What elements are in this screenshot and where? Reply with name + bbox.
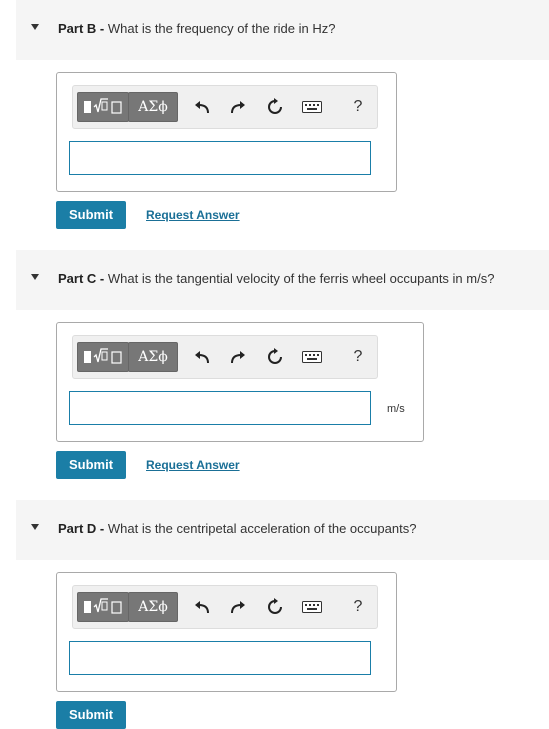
math-toolbar: ΑΣϕ ? <box>72 85 378 129</box>
collapse-arrow-icon[interactable] <box>31 24 39 30</box>
part-c-answer-input[interactable] <box>69 391 371 425</box>
part-c-title: Part C - What is the tangential velocity… <box>58 271 494 286</box>
redo-icon[interactable] <box>226 96 250 118</box>
redo-icon[interactable] <box>226 596 250 618</box>
keyboard-icon[interactable] <box>300 96 324 118</box>
part-c-header[interactable]: Part C - What is the tangential velocity… <box>16 250 549 310</box>
templates-button[interactable] <box>77 342 129 372</box>
math-toolbar: ΑΣϕ ? <box>72 335 378 379</box>
part-c-answer-box: ΑΣϕ ? m/s <box>56 322 424 442</box>
part-d-answer-box: ΑΣϕ ? <box>56 572 397 692</box>
part-b-label: Part B - <box>58 21 105 36</box>
part-d-question: What is the centripetal acceleration of … <box>107 521 417 536</box>
redo-icon[interactable] <box>226 346 250 368</box>
templates-icon <box>84 598 122 614</box>
part-d-label: Part D - <box>58 521 105 536</box>
part-b-submit-button[interactable]: Submit <box>56 201 126 229</box>
templates-icon <box>84 348 122 364</box>
part-b-header[interactable]: Part B - What is the frequency of the ri… <box>16 0 549 60</box>
reset-icon[interactable] <box>263 346 287 368</box>
help-button[interactable]: ? <box>346 346 370 368</box>
reset-icon[interactable] <box>263 96 287 118</box>
greek-symbols-button[interactable]: ΑΣϕ <box>128 592 178 622</box>
keyboard-icon[interactable] <box>300 596 324 618</box>
math-toolbar: ΑΣϕ ? <box>72 585 378 629</box>
part-d-submit-button[interactable]: Submit <box>56 701 126 729</box>
part-c-request-answer-link[interactable]: Request Answer <box>146 458 240 472</box>
collapse-arrow-icon[interactable] <box>31 524 39 530</box>
part-d-header[interactable]: Part D - What is the centripetal acceler… <box>16 500 549 560</box>
part-d-title: Part D - What is the centripetal acceler… <box>58 521 416 536</box>
help-button[interactable]: ? <box>346 96 370 118</box>
reset-icon[interactable] <box>263 596 287 618</box>
part-b-answer-box: ΑΣϕ ? <box>56 72 397 192</box>
part-b-question: What is the frequency of the ride in Hz? <box>107 21 336 36</box>
templates-button[interactable] <box>77 92 129 122</box>
templates-icon <box>84 98 122 114</box>
keyboard-icon[interactable] <box>300 346 324 368</box>
greek-symbols-button[interactable]: ΑΣϕ <box>128 92 178 122</box>
templates-button[interactable] <box>77 592 129 622</box>
part-c-question: What is the tangential velocity of the f… <box>107 271 495 286</box>
help-button[interactable]: ? <box>346 596 370 618</box>
part-d-answer-input[interactable] <box>69 641 371 675</box>
undo-icon[interactable] <box>190 346 214 368</box>
part-b-title: Part B - What is the frequency of the ri… <box>58 21 335 36</box>
part-b-answer-input[interactable] <box>69 141 371 175</box>
undo-icon[interactable] <box>190 596 214 618</box>
part-c-unit: m/s <box>387 403 405 415</box>
collapse-arrow-icon[interactable] <box>31 274 39 280</box>
part-c-submit-button[interactable]: Submit <box>56 451 126 479</box>
undo-icon[interactable] <box>190 96 214 118</box>
greek-symbols-button[interactable]: ΑΣϕ <box>128 342 178 372</box>
part-c-label: Part C - <box>58 271 105 286</box>
part-b-request-answer-link[interactable]: Request Answer <box>146 208 240 222</box>
